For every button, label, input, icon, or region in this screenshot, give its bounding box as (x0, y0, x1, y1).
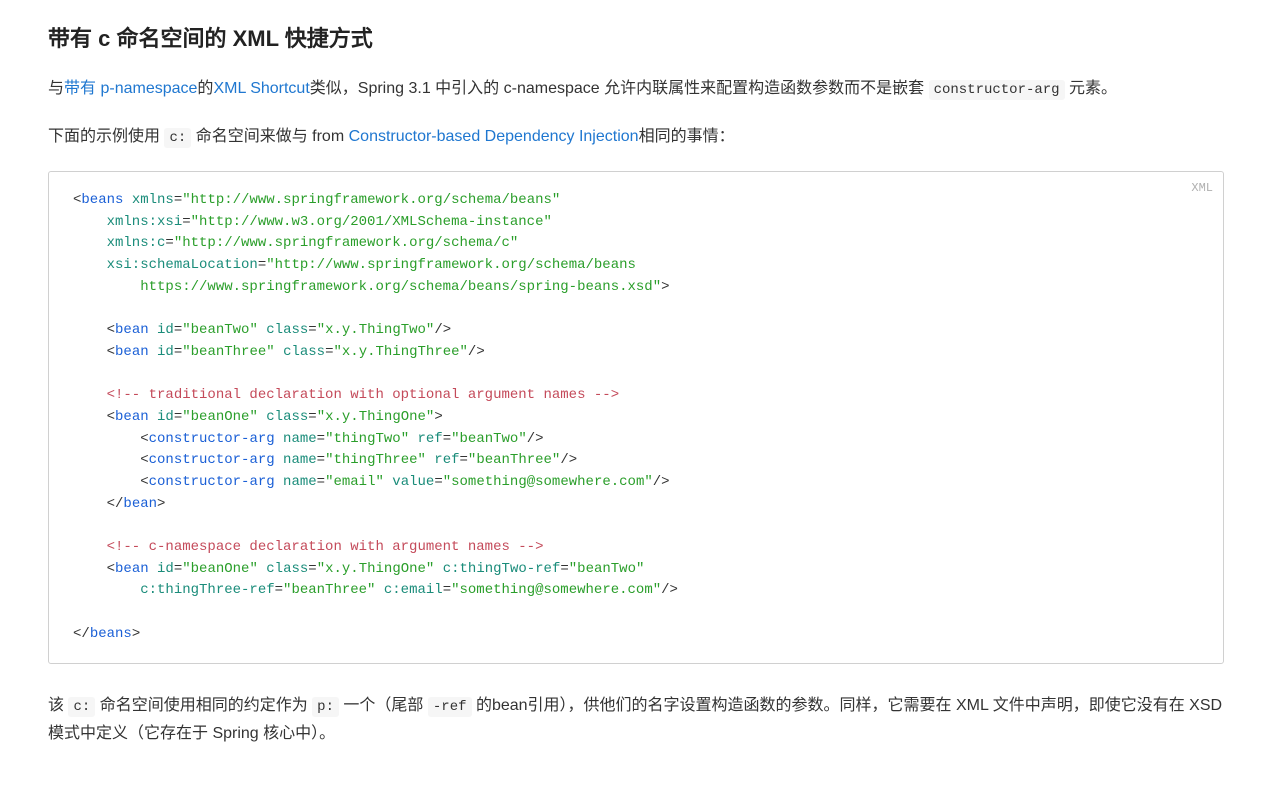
code-block-xml: XML <beans xmlns="http://www.springframe… (48, 171, 1224, 664)
paragraph-example-intro: 下面的示例使用 c: 命名空间来做与 from Constructor-base… (48, 123, 1224, 151)
text: 的 (197, 80, 213, 97)
code-lang-label: XML (1191, 178, 1213, 198)
text: 下面的示例使用 (48, 128, 164, 145)
text: 一个（尾部 (339, 697, 428, 714)
text: 该 (48, 697, 68, 714)
text: 命名空间使用相同的约定作为 (95, 697, 312, 714)
link-xml-shortcut[interactable]: XML Shortcut (213, 80, 309, 97)
paragraph-closing: 该 c: 命名空间使用相同的约定作为 p: 一个（尾部 -ref 的bean引用… (48, 692, 1224, 747)
text: 类似，Spring 3.1 中引入的 c-namespace 允许内联属性来配置… (310, 80, 924, 97)
inline-code-c2: c: (68, 697, 95, 717)
inline-code-p: p: (312, 697, 339, 717)
section-heading: 带有 c 命名空间的 XML 快捷方式 (48, 20, 1224, 57)
paragraph-intro: 与带有 p-namespace的XML Shortcut类似，Spring 3.… (48, 75, 1224, 103)
text: 相同的事情： (639, 128, 735, 145)
link-p-namespace[interactable]: 带有 p-namespace (64, 80, 197, 97)
inline-code-ref: -ref (428, 697, 472, 717)
code-pre: <beans xmlns="http://www.springframework… (73, 190, 1199, 645)
text: 元素。 (1065, 80, 1117, 97)
text: 与 (48, 80, 64, 97)
text: 命名空间来做与 from (191, 128, 348, 145)
inline-code-constructor-arg: constructor-arg (929, 80, 1065, 100)
inline-code-c: c: (164, 128, 191, 148)
link-constructor-di[interactable]: Constructor-based Dependency Injection (349, 128, 639, 145)
